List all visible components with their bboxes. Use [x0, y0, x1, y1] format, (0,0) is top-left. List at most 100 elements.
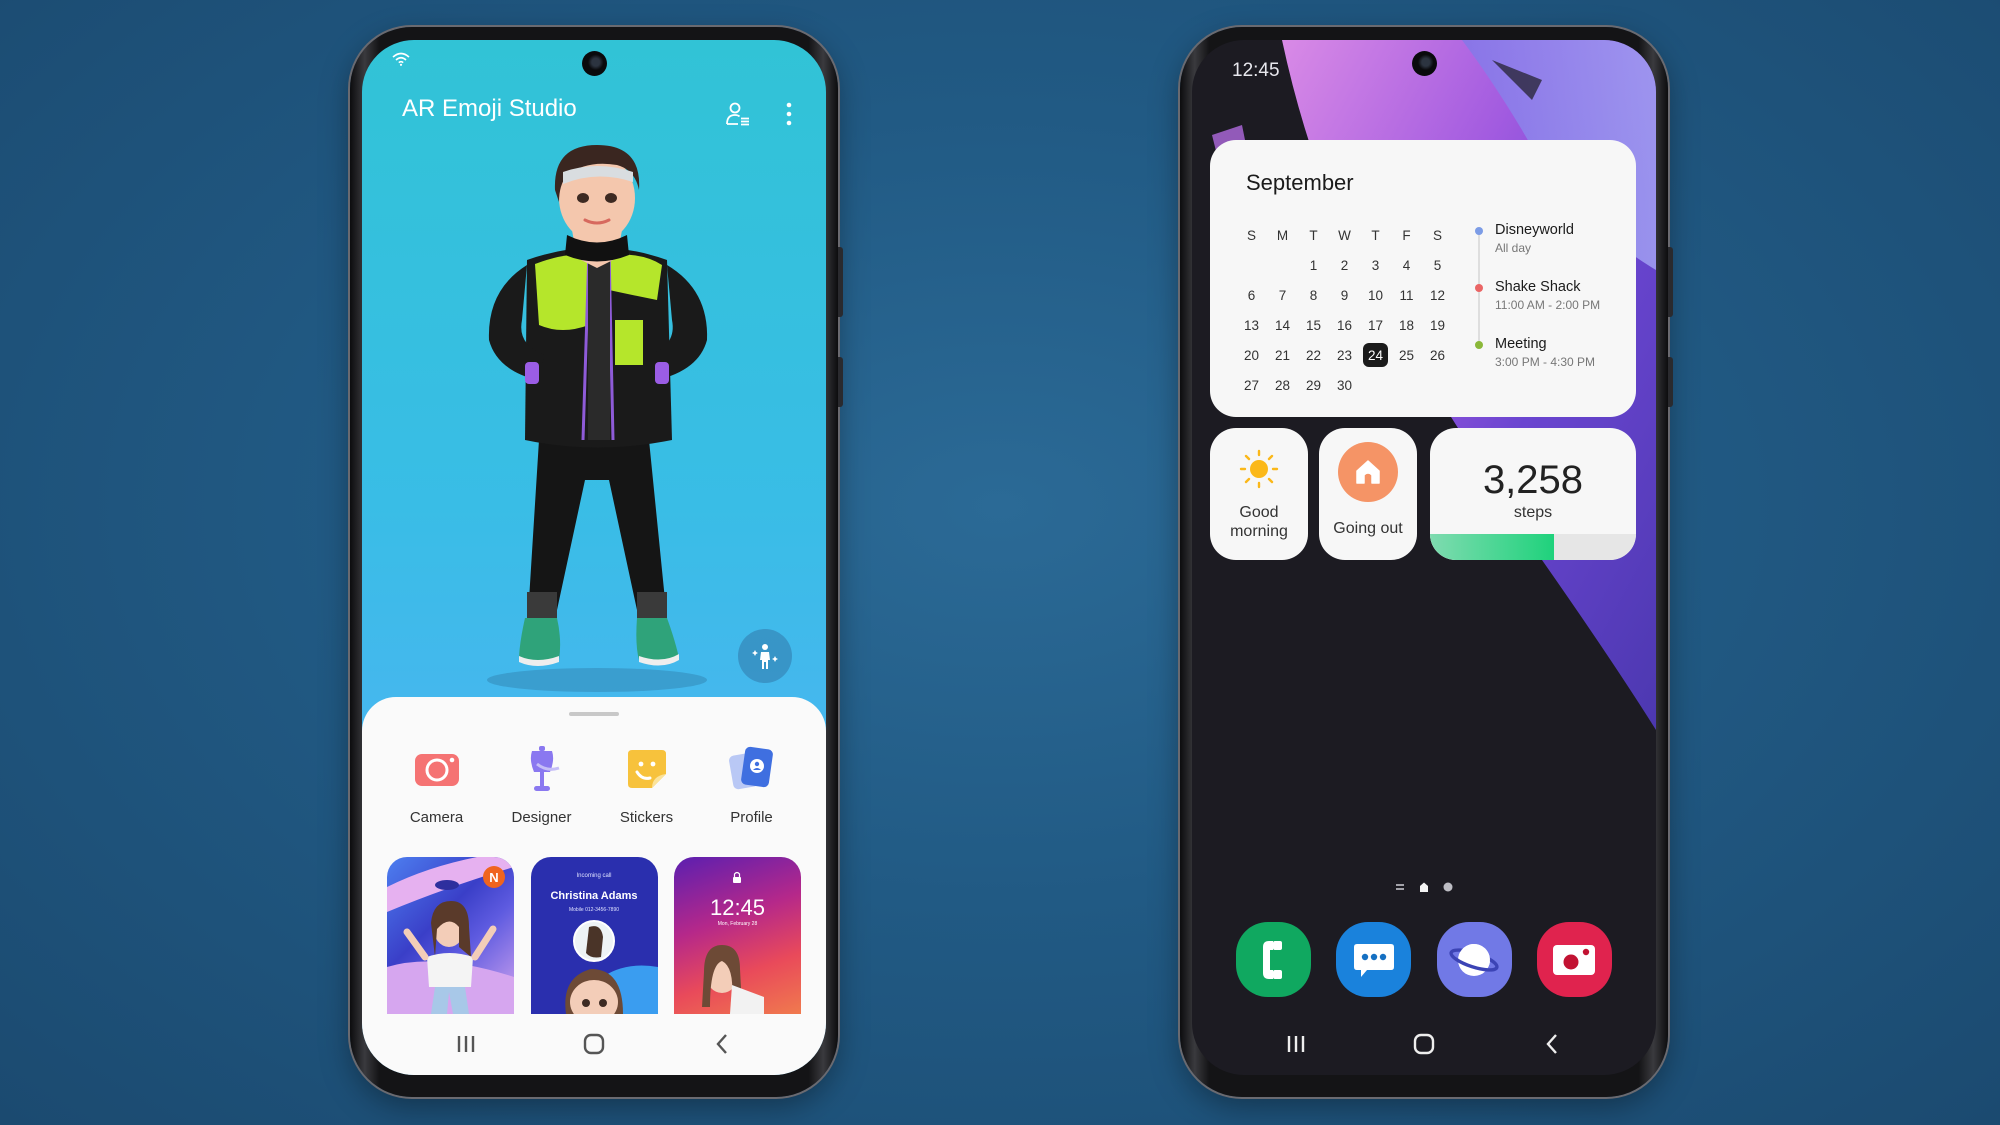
recent-apps-button[interactable]: [1276, 1024, 1316, 1064]
calendar-day[interactable]: 6: [1236, 280, 1267, 310]
front-camera: [582, 51, 607, 76]
left-navigation-bar: [362, 1013, 826, 1075]
calendar-day[interactable]: 9: [1329, 280, 1360, 310]
calendar-day[interactable]: 15: [1298, 310, 1329, 340]
calendar-day[interactable]: 30: [1329, 370, 1360, 400]
calendar-blank: [1236, 250, 1267, 280]
recent-apps-button[interactable]: [446, 1024, 486, 1064]
planet-icon: [1449, 943, 1499, 976]
calendar-blank: [1267, 250, 1298, 280]
profile-button[interactable]: Profile: [702, 742, 802, 826]
going-out-mode-widget[interactable]: Going out: [1319, 428, 1417, 560]
new-badge: N: [483, 866, 505, 888]
profile-list-icon[interactable]: [724, 100, 752, 128]
weekday-header: S: [1246, 227, 1256, 243]
more-options-icon[interactable]: [775, 100, 803, 128]
calendar-day[interactable]: 27: [1236, 370, 1267, 400]
event-time: 11:00 AM - 2:00 PM: [1495, 298, 1601, 312]
page-indicator: [1192, 882, 1656, 892]
calendar-day[interactable]: 12: [1422, 280, 1453, 310]
mode-label: Going out: [1333, 520, 1403, 537]
steps-widget[interactable]: 3,258 steps: [1430, 428, 1636, 560]
left-phone: AR Emoji Studio Camera Designer Stickers…: [350, 27, 843, 1097]
calendar-day[interactable]: 17: [1360, 310, 1391, 340]
calendar-day[interactable]: 25: [1391, 340, 1422, 370]
home-screen: 12:45 September S M T W T F S 1 2 3 4 5 6 7 8 9 10 11 12 13…: [1192, 40, 1656, 1075]
stickers-button[interactable]: Stickers: [597, 742, 697, 826]
recent-apps-icon: [1287, 1036, 1305, 1052]
weekday-header: T: [1309, 227, 1318, 243]
back-button[interactable]: [1532, 1024, 1572, 1064]
sheet-drag-handle[interactable]: [569, 712, 619, 716]
bottom-sheet: Camera Designer Stickers Profile N Incom…: [362, 697, 826, 1075]
feature-menu: Camera Designer Stickers Profile: [384, 742, 804, 826]
lock-date: Mon, February 28: [717, 921, 758, 927]
camera-button[interactable]: Camera: [387, 742, 487, 826]
calendar-day[interactable]: 26: [1422, 340, 1453, 370]
calendar-day[interactable]: 20: [1236, 340, 1267, 370]
incoming-call-thumbnail[interactable]: Incoming call Christina Adams Mobile 012…: [530, 857, 658, 1014]
pose-button[interactable]: [738, 629, 792, 683]
weather-greeting-line2: morning: [1230, 523, 1288, 540]
event-time: All day: [1495, 241, 1532, 255]
status-clock: 12:45: [1232, 60, 1280, 81]
calendar-day[interactable]: 5: [1422, 250, 1453, 280]
calendar-day[interactable]: 21: [1267, 340, 1298, 370]
calendar-day[interactable]: 23: [1329, 340, 1360, 370]
event-list: Disneyworld All day Shake Shack 11:00 AM…: [1475, 222, 1600, 393]
avatar-3d-figure[interactable]: [467, 140, 727, 700]
designer-button[interactable]: Designer: [492, 742, 592, 826]
front-camera: [1412, 51, 1437, 76]
calendar-day[interactable]: 16: [1329, 310, 1360, 340]
right-phone: 12:45 September S M T W T F S 1 2 3 4 5 6 7 8 9 10 11 12 13…: [1180, 27, 1673, 1097]
avatar-wallpaper-thumbnail[interactable]: N: [387, 857, 514, 1014]
calendar-day[interactable]: 18: [1391, 310, 1422, 340]
camera-icon: [1553, 944, 1596, 975]
phone-app[interactable]: [1236, 922, 1311, 997]
calendar-day[interactable]: 29: [1298, 370, 1329, 400]
avatar-pose-icon: [752, 644, 778, 669]
internet-app[interactable]: [1436, 922, 1512, 997]
event-item[interactable]: Meeting 3:00 PM - 4:30 PM: [1475, 336, 1600, 393]
calendar-day[interactable]: 7: [1267, 280, 1298, 310]
sun-icon: [1239, 449, 1279, 489]
home-page-indicator[interactable]: [1419, 882, 1429, 892]
messages-app[interactable]: [1336, 922, 1412, 997]
menu-page-indicator[interactable]: [1395, 883, 1405, 891]
calendar-day[interactable]: 4: [1391, 250, 1422, 280]
calendar-month: September: [1246, 170, 1354, 195]
weather-widget[interactable]: Good morning: [1210, 428, 1308, 560]
home-button[interactable]: [1404, 1024, 1444, 1064]
calendar-day[interactable]: 13: [1236, 310, 1267, 340]
chat-bubble-icon: [1353, 943, 1394, 977]
power-button: [1668, 357, 1673, 407]
page-dot-indicator[interactable]: [1443, 882, 1453, 892]
weekday-header: T: [1371, 227, 1380, 243]
right-navigation-bar: [1192, 1013, 1656, 1075]
calendar-day[interactable]: 2: [1329, 250, 1360, 280]
lock-screen-thumbnail[interactable]: 12:45 Mon, February 28: [674, 857, 801, 1014]
calendar-day[interactable]: 3: [1360, 250, 1391, 280]
back-button[interactable]: [702, 1024, 742, 1064]
lock-time: 12:45: [709, 895, 766, 920]
home-button[interactable]: [574, 1024, 614, 1064]
calendar-day[interactable]: 22: [1298, 340, 1329, 370]
calendar-day[interactable]: 28: [1267, 370, 1298, 400]
sticker-icon: [627, 750, 666, 788]
calendar-day-today[interactable]: 24: [1360, 340, 1391, 370]
calendar-day[interactable]: 14: [1267, 310, 1298, 340]
event-item[interactable]: Shake Shack 11:00 AM - 2:00 PM: [1475, 279, 1600, 336]
steps-progress-fill: [1430, 534, 1554, 560]
event-item[interactable]: Disneyworld All day: [1475, 222, 1600, 279]
calendar-grid: S M T W T F S 1 2 3 4 5 6 7 8 9 10 11 12 13 14 15 16 17 18 19 20 21…: [1236, 220, 1453, 400]
calendar-day[interactable]: 19: [1422, 310, 1453, 340]
calendar-day[interactable]: 1: [1298, 250, 1329, 280]
calendar-day[interactable]: 11: [1391, 280, 1422, 310]
camera-app[interactable]: [1536, 922, 1612, 997]
calendar-day[interactable]: 10: [1360, 280, 1391, 310]
calendar-widget[interactable]: September S M T W T F S 1 2 3 4 5 6 7 8 9 10 11 12 13 14 15 16…: [1210, 140, 1636, 417]
home-icon: [1338, 442, 1398, 502]
calendar-day[interactable]: 8: [1298, 280, 1329, 310]
home-icon: [583, 1033, 605, 1055]
home-icon: [1413, 1033, 1435, 1055]
